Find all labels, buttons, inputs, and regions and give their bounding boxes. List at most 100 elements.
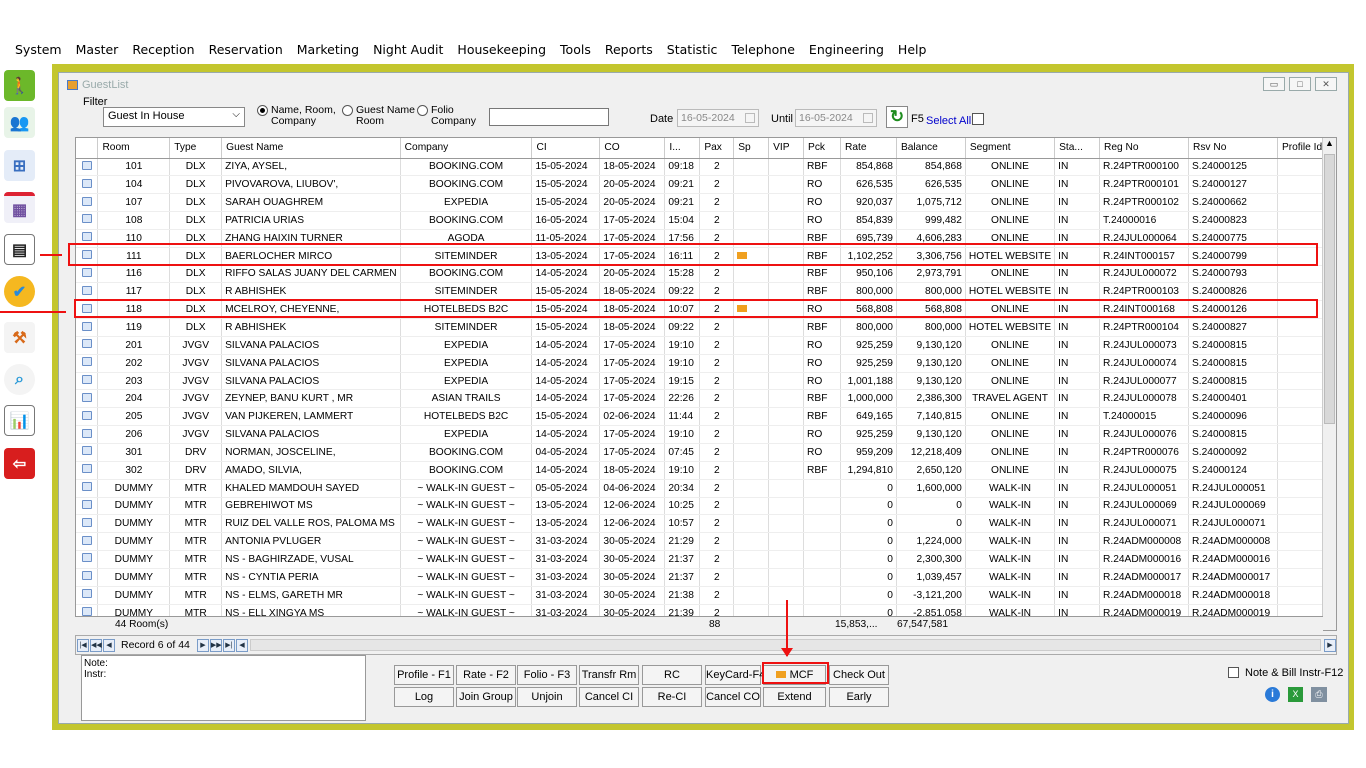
menu-item-master[interactable]: Master — [69, 42, 126, 57]
table-row[interactable]: 118 DLX MCELROY, CHEYENNE, HOTELBEDS B2C 15-… — [76, 300, 1336, 320]
column-header-select[interactable] — [76, 138, 99, 159]
table-row[interactable]: 203 JVGV SILVANA PALACIOS EXPEDIA 14-05-2024… — [76, 372, 1336, 391]
check-out-button[interactable]: Check Out — [829, 665, 889, 685]
table-row[interactable]: 107 DLX SARAH OUAGHREM EXPEDIA 15-05-2024 20-… — [76, 193, 1336, 213]
column-header-sp[interactable]: Sp — [733, 138, 770, 159]
table-row[interactable]: DUMMY MTR RUIZ DEL VALLE ROS, PALOMA MS ~ W… — [76, 514, 1336, 534]
row-select-cell[interactable] — [76, 282, 99, 302]
menu-item-system[interactable]: System — [8, 42, 69, 57]
row-select-cell[interactable] — [76, 497, 99, 516]
column-header-sta-[interactable]: Sta... — [1054, 138, 1101, 159]
menu-item-reports[interactable]: Reports — [598, 42, 660, 57]
row-select-cell[interactable] — [76, 407, 99, 427]
scroll-up-icon[interactable]: ▲ — [1323, 138, 1336, 151]
table-row[interactable]: 206 JVGV SILVANA PALACIOS EXPEDIA 14-05-2024… — [76, 425, 1336, 444]
calendar-icon[interactable] — [745, 113, 755, 123]
checkin-badge-icon[interactable]: ✔ — [4, 276, 35, 307]
table-row[interactable]: DUMMY MTR NS - ELMS, GARETH MR ~ WALK-IN GU… — [76, 586, 1336, 605]
row-select-cell[interactable] — [76, 461, 99, 480]
transfr-rm-button[interactable]: Transfr Rm — [579, 665, 639, 685]
table-row[interactable]: DUMMY MTR NS - BAGHIRZADE, VUSAL ~ WALK-IN … — [76, 550, 1336, 569]
menu-item-marketing[interactable]: Marketing — [290, 42, 366, 57]
row-select-cell[interactable] — [76, 550, 99, 569]
row-select-cell[interactable] — [76, 336, 99, 355]
close-button[interactable]: ✕ — [1315, 77, 1337, 91]
minimize-button[interactable]: ▭ — [1263, 77, 1285, 91]
report-chart-icon[interactable]: 📊 — [4, 405, 35, 436]
last-record-icon[interactable]: ▶| — [222, 638, 235, 652]
column-header-guest-name[interactable]: Guest Name — [221, 138, 401, 159]
note-box[interactable]: Note: Instr: — [81, 655, 366, 721]
table-row[interactable]: DUMMY MTR NS - CYNTIA PERIA ~ WALK-IN GUEST… — [76, 568, 1336, 587]
table-row[interactable]: DUMMY MTR GEBREHIWOT MS ~ WALK-IN GUEST ~13… — [76, 497, 1336, 516]
column-header-segment[interactable]: Segment — [965, 138, 1056, 159]
menu-item-help[interactable]: Help — [891, 42, 934, 57]
until-date-field[interactable]: 16-05-2024 — [795, 109, 877, 127]
column-header-type[interactable]: Type — [169, 138, 223, 159]
re-ci-button[interactable]: Re-CI — [642, 687, 702, 707]
extend-button[interactable]: Extend — [763, 687, 826, 707]
row-select-cell[interactable] — [76, 318, 99, 337]
row-select-cell[interactable] — [76, 389, 99, 409]
column-header-i-[interactable]: I... — [664, 138, 701, 159]
row-select-cell[interactable] — [76, 265, 99, 284]
column-header-room[interactable]: Room — [97, 138, 171, 159]
table-row[interactable]: 104 DLX PIVOVAROVA, LIUBOV', BOOKING.COM 15-… — [76, 175, 1336, 195]
table-row[interactable]: 302 DRV AMADO, SILVIA, BOOKING.COM 14-05-202… — [76, 461, 1336, 480]
table-row[interactable]: DUMMY MTR KHALED MAMDOUH SAYED ~ WALK-IN GU… — [76, 479, 1336, 498]
column-header-balance[interactable]: Balance — [896, 138, 966, 159]
column-header-ci[interactable]: CI — [531, 138, 601, 159]
column-header-pck[interactable]: Pck — [803, 138, 841, 159]
refresh-icon[interactable]: ↻ — [886, 106, 908, 128]
calendar-grid-icon[interactable]: ▦ — [4, 192, 35, 223]
table-row[interactable]: 119 DLX R ABHISHEK SITEMINDER 15-05-2024 18-0… — [76, 318, 1336, 337]
calendar-2023-icon[interactable]: ▤ — [4, 234, 35, 265]
row-select-cell[interactable] — [76, 158, 99, 177]
menu-item-tools[interactable]: Tools — [553, 42, 598, 57]
table-row[interactable]: 110 DLX ZHANG HAIXIN TURNER AGODA 11-05-2024… — [76, 229, 1336, 248]
table-row[interactable]: 117 DLX R ABHISHEK SITEMINDER 15-05-2024 18-0… — [76, 282, 1336, 302]
table-row[interactable]: 301 DRV NORMAN, JOSCELINE, BOOKING.COM 04-05… — [76, 443, 1336, 462]
prev-record-icon[interactable]: ◀ — [103, 638, 115, 652]
rate-f2-button[interactable]: Rate - F2 — [456, 665, 516, 685]
row-select-cell[interactable] — [76, 211, 99, 230]
scrollbar-thumb[interactable] — [1324, 154, 1335, 424]
table-row[interactable]: 101 DLX ZIYA, AYSEL, BOOKING.COM 15-05-2024 1… — [76, 158, 1336, 177]
menu-item-housekeeping[interactable]: Housekeeping — [450, 42, 553, 57]
select-all-checkbox[interactable] — [972, 113, 984, 125]
row-select-cell[interactable] — [76, 514, 99, 534]
table-row[interactable]: 202 JVGV SILVANA PALACIOS EXPEDIA 14-05-2024… — [76, 354, 1336, 373]
walking-person-icon[interactable]: 🚶 — [4, 70, 35, 101]
radio-name-room-company[interactable]: Name, Room, Company — [257, 105, 341, 127]
unjoin-button[interactable]: Unjoin — [517, 687, 577, 707]
menu-item-night-audit[interactable]: Night Audit — [366, 42, 450, 57]
calendar-icon[interactable] — [863, 113, 873, 123]
menu-item-reception[interactable]: Reception — [125, 42, 201, 57]
excel-icon[interactable]: X — [1288, 687, 1303, 702]
next-page-icon[interactable]: ▶▶ — [209, 638, 222, 652]
menu-item-engineering[interactable]: Engineering — [802, 42, 891, 57]
row-select-cell[interactable] — [76, 443, 99, 462]
profile-f1-button[interactable]: Profile - F1 — [394, 665, 454, 685]
search-input[interactable] — [489, 108, 609, 126]
search-analytics-icon[interactable]: ⌕ — [4, 364, 35, 395]
keycard-f4-button[interactable]: KeyCard-F4 — [705, 665, 765, 685]
row-select-cell[interactable] — [76, 193, 99, 213]
mcf-button[interactable]: MCF — [763, 665, 826, 685]
menu-item-reservation[interactable]: Reservation — [202, 42, 290, 57]
first-record-icon[interactable]: |◀ — [77, 638, 89, 652]
housekeeping-icon[interactable]: ⚒ — [4, 322, 35, 353]
table-row[interactable]: 116 DLX RIFFO SALAS JUANY DEL CARMEN BOOKIN… — [76, 265, 1336, 284]
prev-page-icon[interactable]: ◀◀ — [90, 638, 102, 652]
early-button[interactable]: Early — [829, 687, 889, 707]
row-select-cell[interactable] — [76, 229, 99, 248]
join-group-button[interactable]: Join Group — [456, 687, 516, 707]
menu-item-telephone[interactable]: Telephone — [724, 42, 801, 57]
table-row[interactable]: 201 JVGV SILVANA PALACIOS EXPEDIA 14-05-2024… — [76, 336, 1336, 355]
column-header-rate[interactable]: Rate — [840, 138, 897, 159]
select-all-link[interactable]: Select All — [926, 115, 971, 127]
date-field[interactable]: 16-05-2024 — [677, 109, 759, 127]
row-select-cell[interactable] — [76, 568, 99, 587]
column-header-rsv-no[interactable]: Rsv No — [1188, 138, 1278, 159]
menu-item-statistic[interactable]: Statistic — [660, 42, 725, 57]
